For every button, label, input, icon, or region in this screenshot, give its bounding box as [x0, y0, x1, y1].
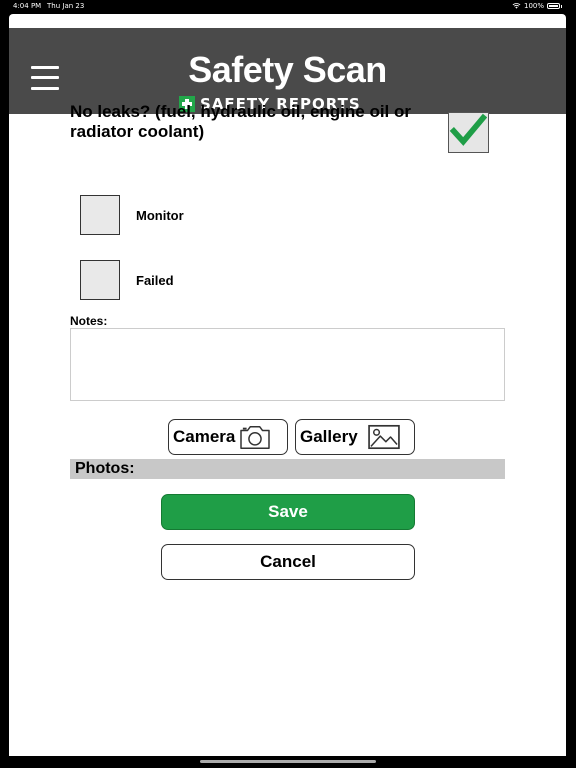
image-icon [367, 424, 400, 450]
camera-button-label: Camera [173, 427, 236, 446]
battery-tip [561, 4, 562, 8]
home-indicator[interactable] [200, 760, 376, 763]
notes-field[interactable] [70, 328, 505, 401]
inspection-question: No leaks? (fuel, hydraulic oil, engine o… [70, 102, 412, 141]
option-monitor[interactable]: Monitor [80, 195, 184, 235]
save-button[interactable]: Save [161, 494, 415, 530]
photos-section-header: Photos: [70, 459, 505, 479]
camera-icon [240, 425, 271, 449]
status-right: 100% [512, 2, 562, 10]
gallery-button[interactable]: Gallery [295, 419, 415, 455]
option-failed[interactable]: Failed [80, 260, 174, 300]
failed-label: Failed [136, 272, 174, 288]
battery-icon [547, 3, 560, 9]
camera-button[interactable]: Camera [168, 419, 288, 455]
status-date: Thu Jan 23 [47, 2, 85, 10]
monitor-checkbox[interactable] [80, 195, 120, 235]
cancel-button[interactable]: Cancel [161, 544, 415, 580]
page-title: Safety Scan [188, 49, 387, 90]
checkmark-icon [449, 113, 488, 146]
status-time: 4:04 PM [13, 2, 42, 10]
pass-checkbox[interactable] [448, 112, 489, 153]
app-window: Safety Scan SAFETY REPORTS No leaks? (fu… [9, 14, 566, 756]
gallery-button-label: Gallery [300, 427, 358, 446]
battery-percent: 100% [523, 2, 544, 10]
status-bar: 4:04 PM Thu Jan 23 100% [0, 0, 576, 14]
wifi-icon [512, 3, 521, 9]
monitor-label: Monitor [136, 207, 184, 223]
notes-label: Notes: [70, 314, 108, 328]
failed-checkbox[interactable] [80, 260, 120, 300]
